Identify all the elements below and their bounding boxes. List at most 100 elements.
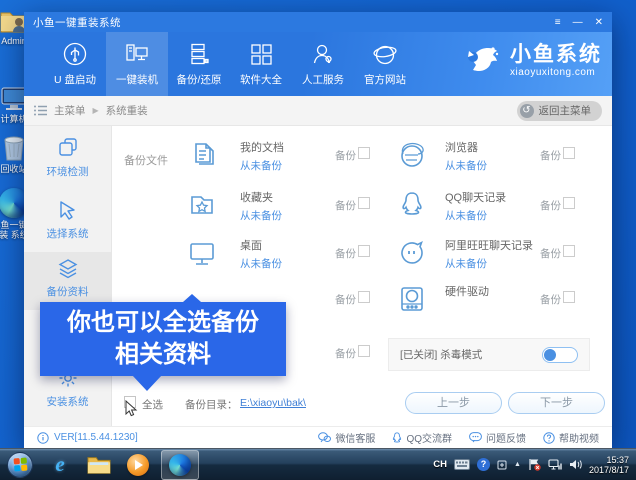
prev-step-button[interactable]: 上一步 xyxy=(405,392,502,414)
env-check-icon xyxy=(57,137,79,159)
qq-small-icon xyxy=(392,432,402,444)
brand-domain: xiaoyuxitong.com xyxy=(510,68,602,78)
version-text: VER[11.5.44.1230] xyxy=(54,432,138,443)
backup-checkbox[interactable] xyxy=(563,147,575,159)
brand-logo: 小鱼系统 xiaoyuxitong.com xyxy=(459,41,602,81)
taskbar: e CH ? ▲ 15:37 2017/8/17 xyxy=(0,448,636,480)
tab-service[interactable]: 人工服务 xyxy=(292,32,354,96)
info-icon xyxy=(37,432,49,444)
antivirus-toggle[interactable] xyxy=(542,347,578,363)
feedback-link[interactable]: 问题反馈 xyxy=(469,430,526,445)
app-orb-icon xyxy=(169,454,191,476)
backup-dir-label: 备份目录： xyxy=(185,397,238,412)
close-icon[interactable]: ✕ xyxy=(595,17,603,28)
backup-label: 备份 xyxy=(335,246,356,261)
item-status[interactable]: 从未备份 xyxy=(445,158,487,173)
breadcrumb-separator-icon: ▶ xyxy=(93,106,99,115)
backup-checkbox[interactable] xyxy=(358,147,370,159)
item-status[interactable]: 从未备份 xyxy=(445,256,487,271)
network-icon[interactable] xyxy=(548,459,562,471)
wangwang-icon xyxy=(395,236,429,270)
sidebar-item-label: 选择系统 xyxy=(47,226,89,241)
backup-checkbox[interactable] xyxy=(358,345,370,357)
list-icon xyxy=(34,105,47,116)
backup-label: 备份 xyxy=(335,148,356,163)
help-icon xyxy=(543,432,555,444)
start-button[interactable] xyxy=(7,452,33,478)
monitor-icon xyxy=(185,236,219,270)
backup-checkbox[interactable] xyxy=(358,291,370,303)
link-label: 帮助视频 xyxy=(559,430,599,445)
tray-expand-icon[interactable]: ▲ xyxy=(514,461,521,468)
toggle-knob xyxy=(544,349,556,361)
backup-checkbox[interactable] xyxy=(358,245,370,257)
tab-label: 备份/还原 xyxy=(177,72,222,87)
qq-group-link[interactable]: QQ交流群 xyxy=(392,430,452,445)
item-status[interactable]: 从未备份 xyxy=(240,256,282,271)
minimize-icon[interactable]: — xyxy=(573,17,583,28)
item-status[interactable]: 从未备份 xyxy=(240,158,282,173)
app-window: 小鱼一键重装系统 ≡ — ✕ U 盘启动 一键装机 备份/还原 xyxy=(24,12,612,448)
backup-item-my-documents: 我的文档 从未备份 备份 xyxy=(185,138,377,178)
layers-icon xyxy=(57,257,79,279)
item-status[interactable]: 从未备份 xyxy=(445,208,487,223)
clock[interactable]: 15:37 2017/8/17 xyxy=(589,455,629,475)
backup-item-qq-history: QQ聊天记录 从未备份 备份 xyxy=(395,188,581,228)
wechat-icon xyxy=(318,432,331,443)
sidebar-item-env-check[interactable]: 环境检测 xyxy=(24,132,111,190)
backup-label: 备份 xyxy=(335,292,356,307)
mouse-cursor xyxy=(125,400,138,417)
item-status[interactable]: 从未备份 xyxy=(240,208,282,223)
tab-usb-boot[interactable]: U 盘启动 xyxy=(44,32,106,96)
tab-label: 官方网站 xyxy=(364,72,406,87)
help-video-link[interactable]: 帮助视频 xyxy=(543,430,599,445)
tab-label: 软件大全 xyxy=(240,72,282,87)
tab-one-click-install[interactable]: 一键装机 xyxy=(106,32,168,96)
action-center-flag-icon[interactable] xyxy=(528,458,541,471)
language-indicator[interactable]: CH xyxy=(433,459,447,470)
tab-label: U 盘启动 xyxy=(54,72,96,87)
sidebar-steps: 环境检测 选择系统 备份资料 安装系统 xyxy=(24,126,112,426)
breadcrumb-root[interactable]: 主菜单 xyxy=(54,103,86,118)
backup-checkbox[interactable] xyxy=(563,197,575,209)
volume-icon[interactable] xyxy=(569,459,582,470)
pc-icon xyxy=(124,41,150,67)
backup-label: 备份 xyxy=(540,246,561,261)
top-nav: U 盘启动 一键装机 备份/还原 软件大全 人工服务 官方网站 xyxy=(24,32,612,96)
keyboard-icon[interactable] xyxy=(454,459,470,470)
fish-icon xyxy=(459,41,503,81)
person-icon xyxy=(310,41,336,67)
backup-checkbox[interactable] xyxy=(563,245,575,257)
link-label: 问题反馈 xyxy=(486,430,526,445)
tray-help-icon[interactable]: ? xyxy=(477,458,490,471)
taskbar-active-app-button[interactable] xyxy=(161,450,199,480)
item-name: QQ聊天记录 xyxy=(445,189,506,205)
tab-software[interactable]: 软件大全 xyxy=(230,32,292,96)
desktop-icon-label: Admin xyxy=(1,36,27,46)
window-title: 小鱼一键重装系统 xyxy=(33,15,555,30)
sidebar-item-label: 安装系统 xyxy=(47,394,89,409)
tab-label: 人工服务 xyxy=(302,72,344,87)
tab-website[interactable]: 官方网站 xyxy=(354,32,416,96)
favorites-folder-icon xyxy=(185,188,219,222)
backup-label: 备份 xyxy=(540,198,561,213)
sidebar-item-label: 备份资料 xyxy=(47,284,89,299)
back-to-menu-button[interactable]: ↺ 返回主菜单 xyxy=(517,101,603,121)
taskbar-explorer-icon[interactable] xyxy=(87,453,111,477)
status-bar: VER[11.5.44.1230] 微信客服 QQ交流群 问题反馈 帮助视频 xyxy=(24,426,612,448)
sidebar-item-select-system[interactable]: 选择系统 xyxy=(24,194,111,252)
tray-gadget-icon[interactable] xyxy=(497,460,507,470)
taskbar-wmp-icon[interactable] xyxy=(126,453,150,477)
next-step-button[interactable]: 下一步 xyxy=(508,392,605,414)
backup-checkbox[interactable] xyxy=(563,291,575,303)
item-name: 我的文档 xyxy=(240,139,284,155)
backup-dir-link[interactable]: E:\xiaoyu\bak\ xyxy=(240,397,306,409)
drive-icon xyxy=(395,282,429,316)
back-button-label: 返回主菜单 xyxy=(539,103,592,118)
wechat-service-link[interactable]: 微信客服 xyxy=(318,430,375,445)
qq-icon xyxy=(395,188,429,222)
menu-icon[interactable]: ≡ xyxy=(555,17,561,28)
tab-backup-restore[interactable]: 备份/还原 xyxy=(168,32,230,96)
backup-checkbox[interactable] xyxy=(358,197,370,209)
taskbar-ie-icon[interactable]: e xyxy=(48,453,72,477)
